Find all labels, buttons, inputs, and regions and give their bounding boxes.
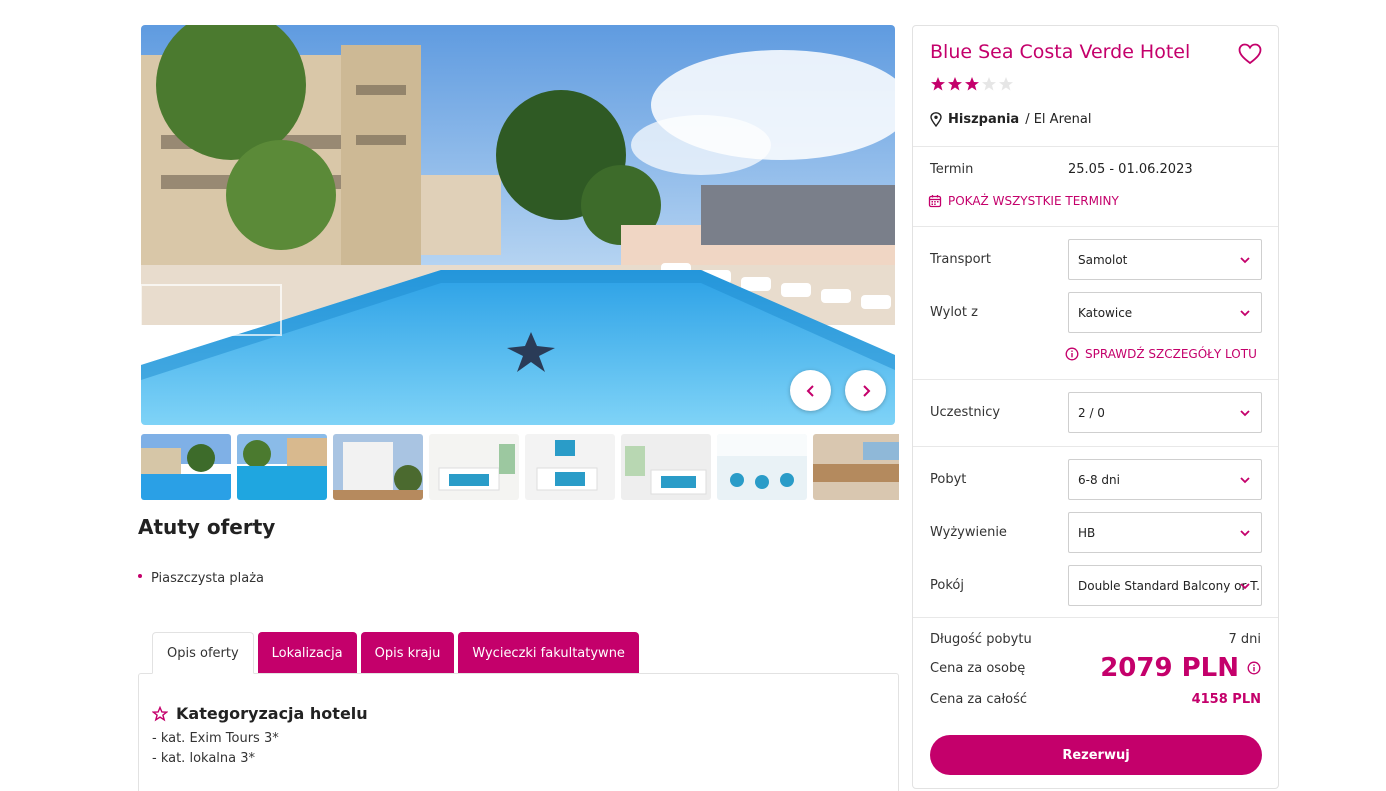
transport-select-value: Samolot <box>1078 252 1128 267</box>
star-empty-icon <box>999 77 1013 91</box>
gallery-prev-button[interactable] <box>790 370 831 411</box>
chevron-right-icon <box>862 384 870 397</box>
duration-label: Pobyt <box>930 472 967 487</box>
transport-label: Transport <box>930 252 992 267</box>
tab-location[interactable]: Lokalizacja <box>257 632 357 674</box>
hotel-header: Blue Sea Costa Verde Hotel Hiszpania / E… <box>913 26 1278 147</box>
star-rating <box>930 76 1014 92</box>
chevron-down-icon <box>1240 583 1250 590</box>
hotel-category-heading: Kategoryzacja hotelu <box>152 704 885 723</box>
participants-section: Uczestnicy 2 / 0 <box>913 380 1278 447</box>
star-filled-icon <box>931 77 945 91</box>
calendar-icon <box>928 195 942 208</box>
total-price-row: Cena za całość 4158 PLN <box>930 692 1261 707</box>
star-outline-icon <box>152 705 168 721</box>
room-select[interactable]: Double Standard Balcony or T... <box>1068 565 1262 606</box>
tab-panel: Kategoryzacja hotelu - kat. Exim Tours 3… <box>138 673 899 791</box>
chevron-down-icon <box>1240 530 1250 537</box>
book-button[interactable]: Rezerwuj <box>930 735 1262 775</box>
departure-select-value: Katowice <box>1078 305 1133 320</box>
tab-bar: Opis oferty Lokalizacja Opis kraju Wycie… <box>152 632 639 674</box>
category-line: - kat. Exim Tours 3* <box>152 731 279 746</box>
flight-details-label: SPRAWDŹ SZCZEGÓŁY LOTU <box>1085 347 1257 361</box>
transport-section: Transport Samolot Wylot z Katowice SPRAW… <box>913 227 1278 380</box>
location-pin-icon <box>930 112 942 127</box>
heart-outline-icon[interactable] <box>1238 43 1262 65</box>
stay-length-label: Długość pobytu <box>930 632 1032 647</box>
category-line: - kat. lokalna 3* <box>152 751 256 766</box>
thumbnail[interactable] <box>429 434 519 500</box>
info-icon[interactable] <box>1247 661 1261 675</box>
hotel-name: Blue Sea Costa Verde Hotel <box>930 41 1191 63</box>
info-icon <box>1065 347 1079 361</box>
booking-panel: Blue Sea Costa Verde Hotel Hiszpania / E… <box>912 25 1279 789</box>
offer-highlights-title: Atuty oferty <box>138 515 276 539</box>
chevron-down-icon <box>1240 410 1250 417</box>
hotel-country: Hiszpania <box>948 112 1020 127</box>
hotel-location: Hiszpania / El Arenal <box>930 112 1091 127</box>
tab-optional-excursions[interactable]: Wycieczki fakultatywne <box>458 632 639 674</box>
main-photo[interactable] <box>141 25 895 425</box>
thumbnail[interactable] <box>717 434 807 500</box>
gallery-next-button[interactable] <box>845 370 886 411</box>
board-select[interactable]: HB <box>1068 512 1262 553</box>
tab-country-description[interactable]: Opis kraju <box>360 632 455 674</box>
chevron-down-icon <box>1240 257 1250 264</box>
tab-offer-description[interactable]: Opis oferty <box>152 632 254 674</box>
star-empty-icon <box>982 77 996 91</box>
thumbnail-strip <box>141 434 899 500</box>
room-select-value: Double Standard Balcony or T... <box>1078 578 1262 593</box>
stay-length-value: 7 dni <box>1228 632 1261 647</box>
price-per-person-value: 2079 PLN <box>1100 653 1239 683</box>
chevron-down-icon <box>1240 477 1250 484</box>
participants-select[interactable]: 2 / 0 <box>1068 392 1262 433</box>
board-label: Wyżywienie <box>930 525 1007 540</box>
thumbnail[interactable] <box>813 434 899 500</box>
total-price-value: 4158 PLN <box>1191 692 1261 707</box>
star-filled-icon <box>948 77 962 91</box>
transport-select[interactable]: Samolot <box>1068 239 1262 280</box>
participants-label: Uczestnicy <box>930 405 1001 420</box>
show-all-terms-label: POKAŻ WSZYSTKIE TERMINY <box>948 194 1119 208</box>
price-per-person-row: Cena za osobę 2079 PLN <box>930 653 1261 683</box>
thumbnail[interactable] <box>237 434 327 500</box>
duration-select[interactable]: 6-8 dni <box>1068 459 1262 500</box>
price-per-person-label: Cena za osobę <box>930 660 1026 676</box>
thumbnail[interactable] <box>333 434 423 500</box>
departure-select[interactable]: Katowice <box>1068 292 1262 333</box>
room-label: Pokój <box>930 578 964 593</box>
stay-section: Pobyt 6-8 dni Wyżywienie HB Pokój Double… <box>913 447 1278 618</box>
term-value: 25.05 - 01.06.2023 <box>1068 162 1193 177</box>
chevron-left-icon <box>806 384 814 397</box>
participants-select-value: 2 / 0 <box>1078 405 1105 420</box>
thumbnail[interactable] <box>141 434 231 500</box>
thumbnail[interactable] <box>525 434 615 500</box>
departure-label: Wylot z <box>930 305 978 320</box>
chevron-down-icon <box>1240 310 1250 317</box>
duration-select-value: 6-8 dni <box>1078 472 1120 487</box>
stay-length-row: Długość pobytu 7 dni <box>930 632 1261 647</box>
total-price-label: Cena za całość <box>930 692 1028 707</box>
pool-photo <box>141 25 895 425</box>
star-filled-icon <box>965 77 979 91</box>
term-label: Termin <box>930 162 974 177</box>
thumbnail[interactable] <box>621 434 711 500</box>
term-section: Termin 25.05 - 01.06.2023 POKAŻ WSZYSTKI… <box>913 147 1278 227</box>
list-item: Piaszczysta plaża <box>138 571 264 586</box>
hotel-city: / El Arenal <box>1025 112 1092 127</box>
offer-highlights-list: Piaszczysta plaża <box>138 571 264 586</box>
board-select-value: HB <box>1078 525 1096 540</box>
hotel-category-title: Kategoryzacja hotelu <box>176 704 368 723</box>
show-all-terms-link[interactable]: POKAŻ WSZYSTKIE TERMINY <box>928 194 1119 208</box>
flight-details-link[interactable]: SPRAWDŹ SZCZEGÓŁY LOTU <box>1065 347 1257 361</box>
